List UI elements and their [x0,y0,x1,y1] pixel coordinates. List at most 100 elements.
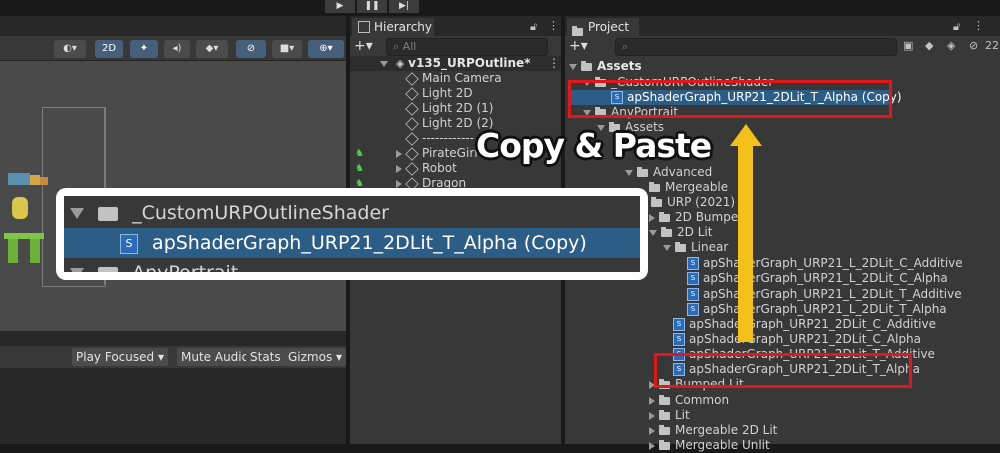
gameobject-icon [405,71,419,86]
package-count-badge: 22 [985,39,999,52]
mode-2d-button[interactable]: 2D [95,40,123,58]
hierarchy-item-label: Robot [422,161,457,175]
hierarchy-search-input[interactable]: ⌕ All [386,38,548,56]
lock-icon[interactable]: 🔓︎ [953,20,960,34]
folder-icon [659,394,670,405]
play-toolbar [0,0,1000,16]
mute-audio-button[interactable]: Mute Audio [177,348,253,366]
expand-arrow-icon [380,60,388,67]
collapsed-arrow-icon [396,179,402,188]
project-tab-label: Project [588,20,630,34]
more-menu-icon[interactable]: ⋮ [548,19,559,32]
tree-row-label: 2D Lit [677,225,713,239]
gameobject-icon [405,116,419,131]
collapsed-arrow-icon [649,426,655,435]
expand-arrow-icon [649,229,657,236]
gizmos-dropdown[interactable]: Gizmos ▾ [284,348,347,366]
expand-arrow-icon [569,63,577,70]
copy-direction-arrow [738,144,753,342]
play-button[interactable]: ▶ [325,0,355,13]
effects-icon[interactable]: ◆▾ [196,40,228,58]
create-plus-icon[interactable]: +▾ [569,38,588,54]
tree-row-assets[interactable]: Assets [565,59,1000,74]
tree-row-lit[interactable]: Lit [565,408,690,423]
shader-graph-icon: S [687,288,699,301]
tree-row-shader[interactable]: SapShaderGraph_URP21_L_2DLit_T_Alpha [565,302,947,317]
gizmos-label: Gizmos [288,350,333,364]
hierarchy-list-icon [358,21,370,33]
folder-icon [581,60,592,71]
audio-icon[interactable]: ◂) [164,40,190,58]
folder-icon [98,206,119,221]
zoom-callout-content: _CustomURPOutlineShader S apShaderGraph_… [64,196,640,272]
gizmo-globe-icon[interactable]: ⊕▾ [308,40,344,58]
folder-icon [661,226,672,237]
expand-arrow-icon [625,169,633,176]
callout-file-row: S apShaderGraph_URP21_2DLit_T_Alpha (Cop… [64,228,640,258]
search-scope-icon[interactable]: ▣ [903,39,913,52]
tree-row-mergeable-unlit[interactable]: Mergeable Unlit [565,438,770,453]
filter-label-icon[interactable]: ◈ [947,39,955,52]
callout-folder2-row: AnyPortrait [64,258,640,272]
folder-icon [659,211,670,222]
hierarchy-tab-label: Hierarchy [374,20,433,34]
step-button[interactable]: ▶| [389,0,419,13]
gameobject-icon [405,146,419,161]
lock-icon[interactable]: 🔓︎ [530,20,537,34]
highlight-box-copy [568,80,892,118]
pause-button[interactable]: ❚❚ [357,0,387,13]
tree-row-label: URP (2021) [667,195,736,209]
tab-project[interactable]: Project [567,18,639,36]
stats-button[interactable]: Stats [246,348,285,366]
anyportrait-icon: ♞ [355,163,364,174]
more-menu-icon[interactable]: ⋮ [973,19,984,32]
tree-row-common[interactable]: Common [565,393,729,408]
gameobject-icon [405,131,419,146]
folder-icon [675,241,686,252]
camera-icon[interactable]: ■▾ [272,40,302,58]
filter-type-icon[interactable]: ◆ [925,39,933,52]
scene-more-icon[interactable]: ⋮ [548,56,560,71]
play-focused-label: Play Focused [76,350,155,364]
search-icon: ⌕ [622,40,629,53]
play-focused-dropdown[interactable]: Play Focused ▾ [72,348,168,366]
tree-row-label: apShaderGraph_URP21_2DLit_C_Alpha [689,332,922,346]
shading-mode-icon[interactable]: ◐▾ [54,40,86,58]
shader-graph-icon: S [687,272,699,285]
scene-row[interactable]: ◈ v135_URPOutline* ⋮ [350,56,561,71]
shader-graph-icon: S [673,318,685,331]
character-sprite[interactable] [2,165,50,265]
arrow-head-icon [730,124,762,146]
tree-row-label: 2D Bumped [675,210,746,224]
create-plus-icon[interactable]: +▾ [354,38,373,54]
highlight-box-original [654,353,912,388]
folder-icon [98,266,119,272]
folder-icon [659,424,670,435]
hierarchy-item-label: PirateGirl [422,146,478,160]
hierarchy-search-placeholder: All [402,40,417,53]
scene-name-label: v135_URPOutline* [408,56,531,70]
hierarchy-item-label: Main Camera [422,71,502,85]
project-search-input[interactable]: ⌕ [615,38,897,56]
expand-arrow-icon [70,268,84,272]
folder-icon [659,439,670,450]
callout-folder-label: _CustomURPOutlineShader [132,202,389,224]
hidden-packages-icon[interactable]: ⊘ [969,39,978,52]
tree-row-shader[interactable]: SapShaderGraph_URP21_L_2DLit_T_Additive [565,287,962,302]
callout-folder2-label: AnyPortrait [132,262,238,272]
tree-row-mergeable-2d-lit[interactable]: Mergeable 2D Lit [565,423,777,438]
project-folder-icon [572,25,583,36]
shader-graph-icon: S [687,303,699,316]
folder-icon [651,196,662,207]
visibility-icon[interactable]: ⊘ [236,40,266,58]
hierarchy-item-label: Light 2D (1) [422,101,494,115]
folder-icon [649,181,660,192]
tree-row-label: Mergeable 2D Lit [675,423,778,437]
lighting-icon[interactable]: ✦ [130,40,158,58]
collapsed-arrow-icon [649,396,655,405]
shader-graph-icon: S [687,257,699,270]
tree-row-label: Assets [597,59,642,73]
collapsed-arrow-icon [396,164,402,173]
tab-hierarchy[interactable]: Hierarchy [352,18,434,36]
unity-scene-icon: ◈ [395,57,405,70]
